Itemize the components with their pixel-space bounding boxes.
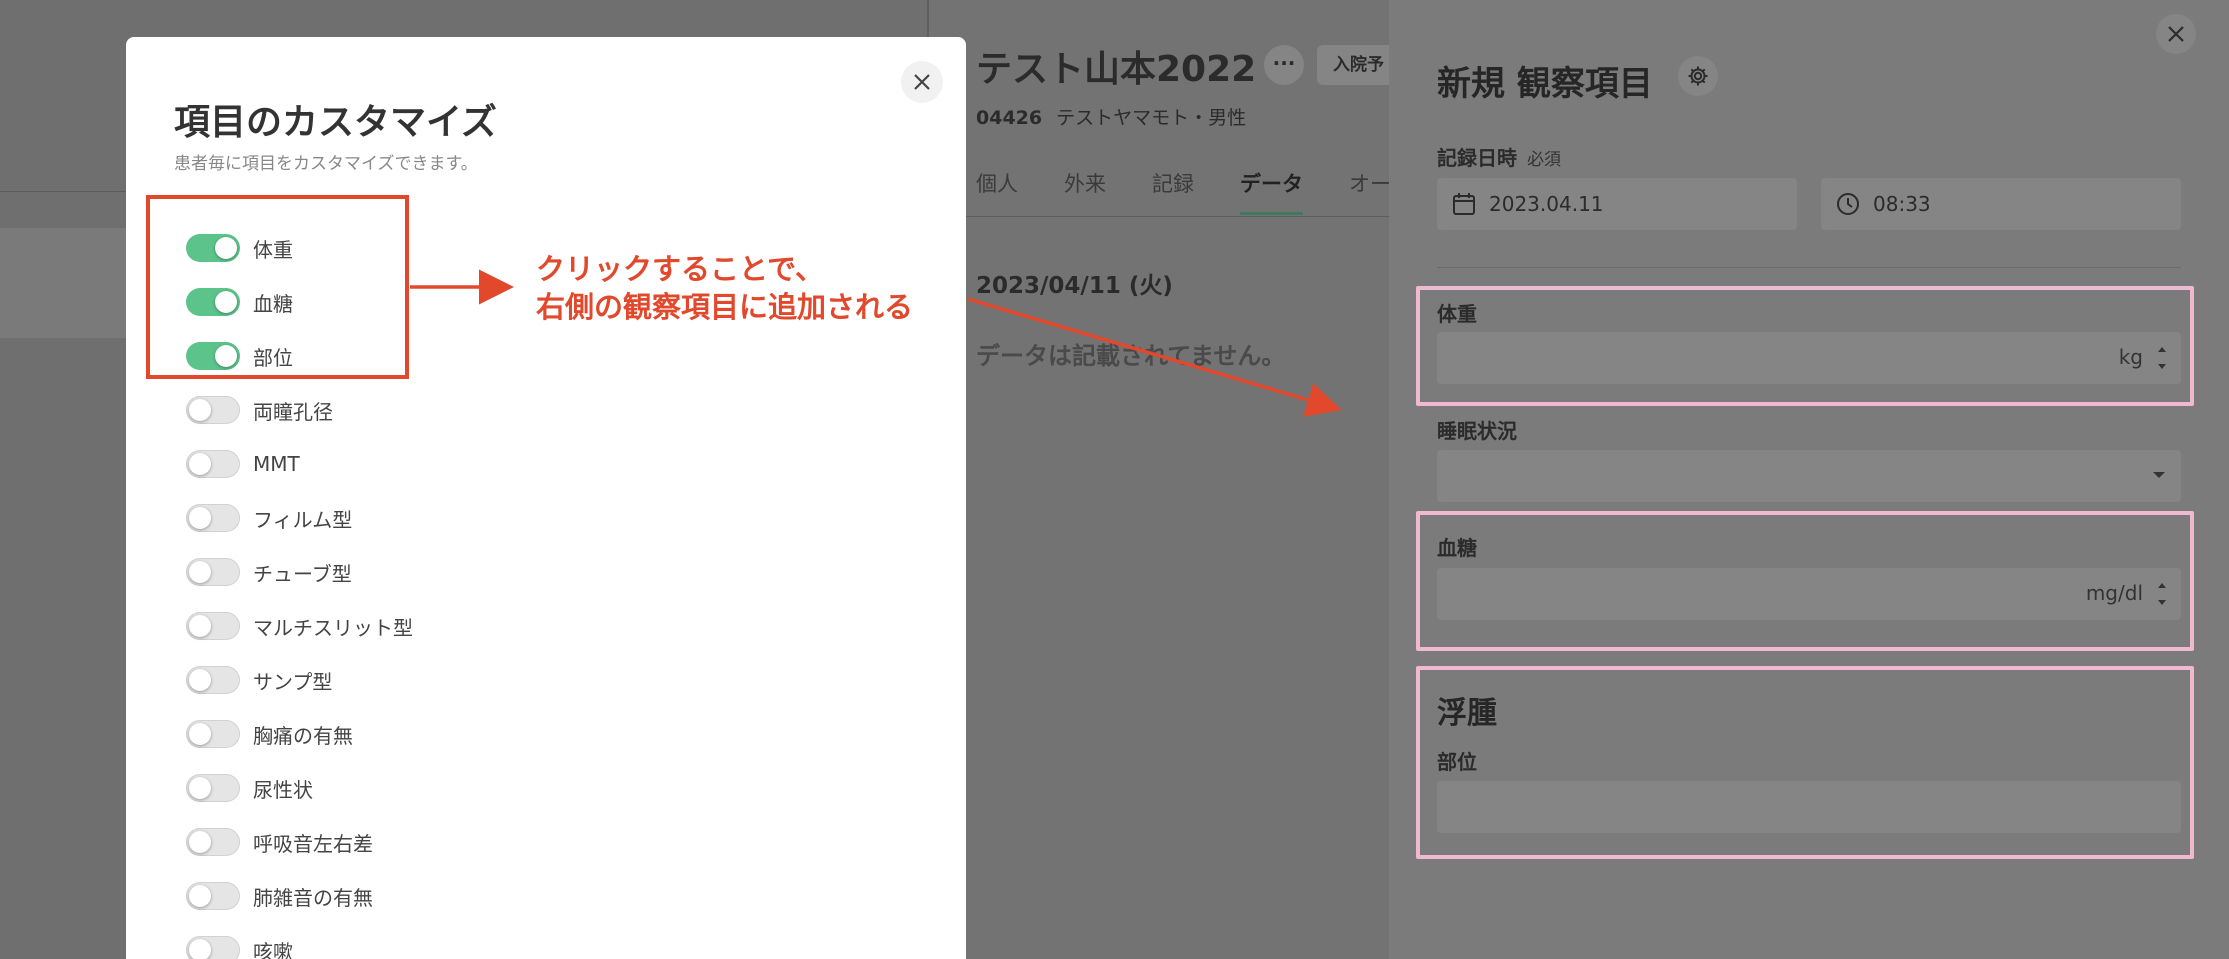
arrow-to-drawer [967, 297, 1342, 417]
annotation-arrows [410, 269, 1342, 417]
